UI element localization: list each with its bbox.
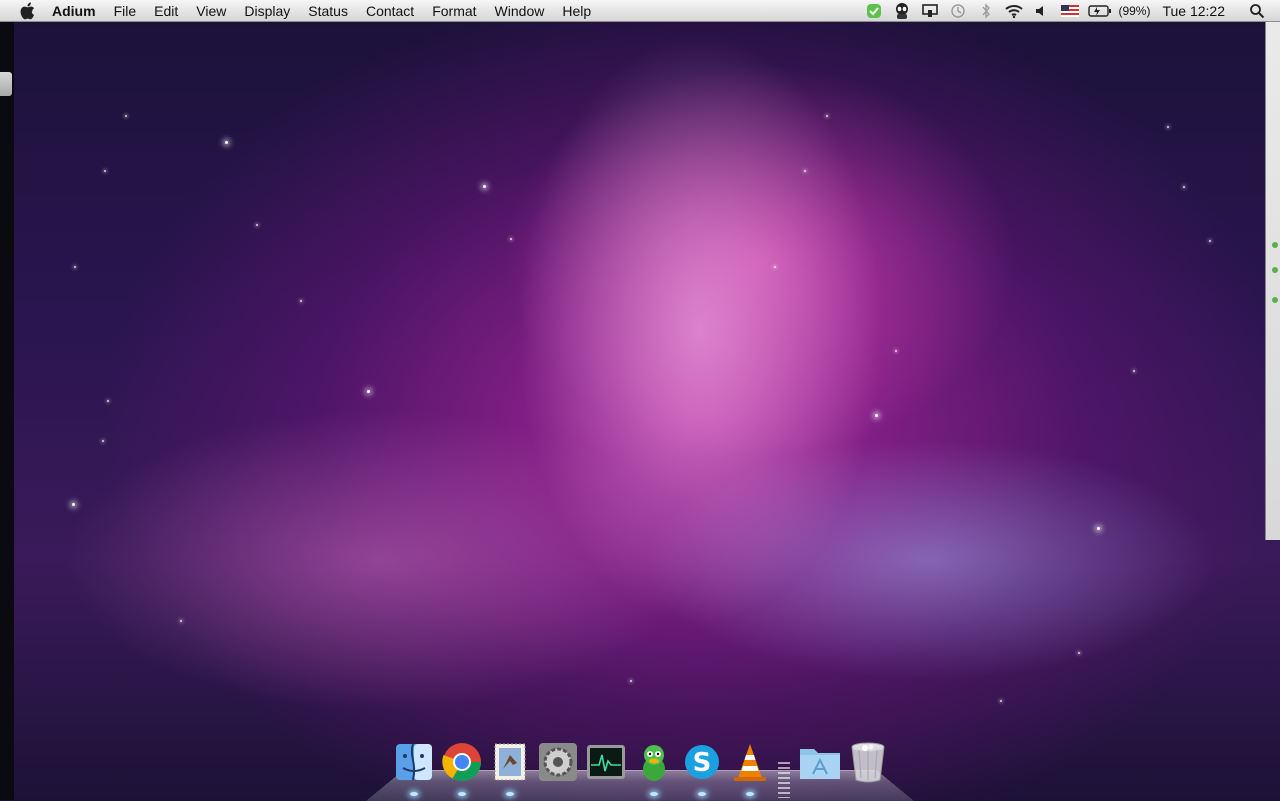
dock-system-preferences[interactable] (536, 740, 580, 784)
star (1183, 186, 1185, 188)
menu-window[interactable]: Window (486, 0, 554, 22)
star (826, 115, 828, 117)
dock-mail[interactable] (488, 740, 532, 784)
menu-view[interactable]: View (187, 0, 235, 22)
star (300, 300, 302, 302)
star (483, 185, 486, 188)
alien-menu-icon[interactable] (891, 0, 913, 22)
time-machine-icon[interactable] (947, 0, 969, 22)
status-dot (1272, 242, 1278, 248)
apple-menu-icon[interactable] (18, 2, 36, 20)
menu-bar: Adium File Edit View Display Status Cont… (0, 0, 1280, 22)
volume-icon[interactable] (1031, 0, 1053, 22)
dock: S (366, 736, 914, 800)
dock-vlc[interactable] (728, 740, 772, 784)
airplay-icon[interactable] (919, 0, 941, 22)
activity-monitor-icon (587, 745, 625, 779)
dock-activity-monitor[interactable] (584, 740, 628, 784)
star (804, 170, 806, 172)
star (125, 115, 127, 117)
menu-help[interactable]: Help (553, 0, 600, 22)
star (1167, 126, 1169, 128)
wifi-icon[interactable] (1003, 0, 1025, 22)
star (256, 224, 258, 226)
dock-trash[interactable] (846, 740, 890, 784)
vlc-cone-icon (734, 744, 766, 781)
adium-status-icon[interactable] (863, 0, 885, 22)
star (72, 503, 75, 506)
bluetooth-icon[interactable] (975, 0, 997, 22)
status-dot (1272, 297, 1278, 303)
star (774, 266, 776, 268)
star (1000, 700, 1002, 702)
menu-extras: (99%) Tue 12:22 (860, 0, 1280, 22)
star (107, 400, 109, 402)
status-dot (1272, 267, 1278, 273)
partial-window-right[interactable] (1265, 22, 1280, 540)
star (1078, 652, 1080, 654)
left-edge-panel (0, 22, 14, 800)
dock-skype[interactable]: S (680, 740, 724, 784)
skype-icon: S (685, 745, 719, 779)
star (180, 620, 182, 622)
dock-chrome[interactable] (440, 740, 484, 784)
star (895, 350, 897, 352)
running-indicator (506, 792, 514, 796)
applications-folder-icon (800, 749, 840, 779)
running-indicator (410, 792, 418, 796)
dock-applications-folder[interactable] (798, 740, 842, 784)
menu-edit[interactable]: Edit (145, 0, 187, 22)
resize-grip[interactable] (0, 72, 12, 96)
menu-status[interactable]: Status (299, 0, 357, 22)
finder-icon (396, 743, 432, 781)
menu-app-name[interactable]: Adium (52, 0, 105, 22)
battery-icon[interactable] (1087, 0, 1113, 22)
adium-duck-icon (643, 745, 665, 781)
star (74, 266, 76, 268)
dock-adium[interactable] (632, 740, 676, 784)
star (875, 414, 878, 417)
star (367, 390, 370, 393)
menu-display[interactable]: Display (235, 0, 299, 22)
star (104, 170, 106, 172)
star (630, 680, 632, 682)
running-indicator (698, 792, 706, 796)
running-indicator (746, 792, 754, 796)
dock-finder[interactable] (392, 740, 436, 784)
star (225, 141, 228, 144)
star (1209, 240, 1211, 242)
dock-separator (778, 762, 790, 798)
chrome-icon (442, 743, 482, 782)
running-indicator (650, 792, 658, 796)
flag-us-icon[interactable] (1059, 0, 1081, 22)
mail-stamp-icon (494, 743, 526, 781)
star (1097, 527, 1100, 530)
running-indicator (458, 792, 466, 796)
svg-text:S: S (693, 748, 712, 778)
star (1133, 370, 1135, 372)
battery-percentage: (99%) (1118, 4, 1151, 18)
star (102, 440, 104, 442)
gear-icon (539, 743, 577, 781)
menu-format[interactable]: Format (423, 0, 485, 22)
menu-file[interactable]: File (105, 0, 146, 22)
star (510, 238, 512, 240)
menu-contact[interactable]: Contact (357, 0, 423, 22)
trash-icon (851, 742, 885, 783)
desktop-wallpaper (0, 0, 1280, 800)
spotlight-icon[interactable] (1246, 0, 1268, 22)
menu-clock[interactable]: Tue 12:22 (1162, 3, 1225, 19)
